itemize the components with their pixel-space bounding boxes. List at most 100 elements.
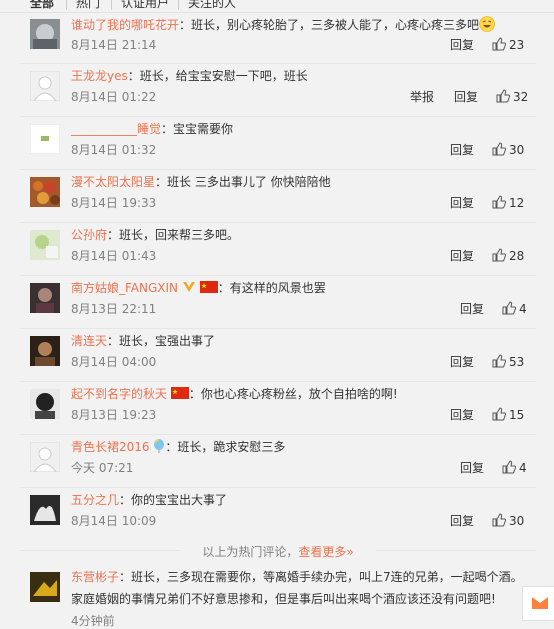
reply-link[interactable]: 回复 <box>450 141 474 159</box>
avatar[interactable] <box>30 495 60 525</box>
like-button[interactable]: 30 <box>492 512 524 530</box>
reply-link[interactable]: 回复 <box>460 459 484 477</box>
like-count: 32 <box>513 90 529 104</box>
thumbs-up-icon <box>496 89 510 103</box>
comment-time: 8月13日 22:11 <box>71 302 157 316</box>
like-button[interactable]: 4 <box>502 300 527 318</box>
tab-divider <box>111 0 112 10</box>
like-button[interactable]: 12 <box>492 194 524 212</box>
avatar[interactable] <box>30 336 60 366</box>
comment-text-continued: 家庭婚姻的事情兄弟们不好意思掺和，但是事后叫出来喝个酒应该还没有问题吧! <box>71 592 496 606</box>
comment-item: 东营彬子：班长，三多现在需要你，等离婚手续办完，叫上7连的兄弟，一起喝个酒。 <box>71 569 534 585</box>
comment-time: 8月14日 21:14 <box>71 38 157 52</box>
like-count: 30 <box>509 514 525 528</box>
avatar[interactable] <box>30 19 60 49</box>
like-button[interactable]: 15 <box>492 406 524 424</box>
username-link[interactable]: 王龙龙yes <box>71 69 128 83</box>
avatar[interactable] <box>30 572 60 602</box>
comment-text: ：班长，宝强出事了 <box>107 334 216 348</box>
like-count: 4 <box>519 302 527 316</box>
like-button[interactable]: 28 <box>492 247 524 265</box>
avatar[interactable] <box>30 177 60 207</box>
vip-badge-icon <box>182 281 196 295</box>
tab-divider <box>178 0 179 10</box>
like-button[interactable]: 23 <box>492 36 524 54</box>
china-flag-icon <box>170 387 189 401</box>
like-button[interactable]: 4 <box>502 459 527 477</box>
comment-text: ：班长，给宝宝安慰一下吧，班长 <box>127 69 308 83</box>
username-link[interactable]: 起不到名字的秋天 <box>71 387 167 401</box>
divider <box>20 550 180 551</box>
comment-item: 公孙府：班长，回来帮三多吧。 8月14日 01:43 回复 28 <box>20 223 536 276</box>
reply-link[interactable]: 回复 <box>450 194 474 212</box>
comment-text: ：班长 三多出事儿了 你快陪陪他 <box>155 175 331 189</box>
like-button[interactable]: 53 <box>492 353 524 371</box>
laugh-emoji-icon <box>479 16 495 32</box>
reply-link[interactable]: 回复 <box>450 353 474 371</box>
comment-text: ：有这样的风景也罢 <box>217 281 326 295</box>
avatar[interactable] <box>30 230 60 260</box>
balloon-badge-icon <box>153 439 165 454</box>
tab-verified[interactable]: 认证用户 <box>121 0 169 11</box>
comment-item: 起不到名字的秋天 ：你也心疼心疼粉丝，放个自拍啥的啊! 8月13日 19:23 … <box>20 382 536 435</box>
avatar[interactable] <box>30 71 60 101</box>
thumbs-up-icon <box>502 460 516 474</box>
thumbs-up-icon <box>492 407 506 421</box>
username-link[interactable]: 东营彬子 <box>71 570 119 584</box>
reply-link[interactable]: 回复 <box>450 36 474 54</box>
tab-hot[interactable]: 热门 <box>76 0 100 11</box>
comment-item: 青色长裙2016 ：班长，跪求安慰三多 今天 07:21 回复 4 <box>20 435 536 488</box>
avatar[interactable] <box>30 389 60 419</box>
comment-item: ___________睡觉：宝宝需要你 8月14日 01:32 回复 30 <box>20 117 536 170</box>
comment-item: 五分之几：你的宝宝出大事了 8月14日 10:09 回复 30 <box>20 488 536 536</box>
tab-divider <box>66 0 67 10</box>
like-count: 53 <box>509 355 525 369</box>
report-link[interactable]: 举报 <box>410 88 434 106</box>
reply-link[interactable]: 回复 <box>450 247 474 265</box>
comment-time: 8月14日 01:22 <box>71 90 157 104</box>
like-count: 23 <box>509 38 525 52</box>
username-link[interactable]: 青色长裙2016 <box>71 440 150 454</box>
divider <box>376 550 536 551</box>
like-button[interactable]: 30 <box>492 141 524 159</box>
mail-button[interactable] <box>522 586 554 621</box>
reply-link[interactable]: 回复 <box>454 88 478 106</box>
comment-item: 南方姑娘_FANGXIN ：有这样的风景也罢 8月13日 22:11 回复 4 <box>20 276 536 329</box>
reply-link[interactable]: 回复 <box>460 300 484 318</box>
like-button[interactable]: 32 <box>496 88 528 106</box>
thumbs-up-icon <box>502 301 516 315</box>
hot-comments-label: 以上为热门评论， <box>202 545 299 559</box>
comment-time: 8月14日 04:00 <box>71 355 157 369</box>
comment-text: ：宝宝需要你 <box>161 122 234 136</box>
comment-time: 8月14日 19:33 <box>71 196 157 210</box>
comment-time: 今天 07:21 <box>71 461 134 475</box>
like-count: 12 <box>509 196 525 210</box>
see-more-link[interactable]: 查看更多» <box>298 545 353 559</box>
reply-link[interactable]: 回复 <box>450 512 474 530</box>
avatar[interactable] <box>30 283 60 313</box>
like-count: 15 <box>509 408 525 422</box>
thumbs-up-icon <box>492 248 506 262</box>
reply-link[interactable]: 回复 <box>450 406 474 424</box>
username-link[interactable]: 南方姑娘_FANGXIN <box>71 281 178 295</box>
tab-all[interactable]: 全部 <box>30 0 54 11</box>
username-link[interactable]: 漫不太阳太阳星 <box>71 175 155 189</box>
thumbs-up-icon <box>492 142 506 156</box>
comment-text: ：你的宝宝出大事了 <box>119 493 228 507</box>
username-link[interactable]: 清连天 <box>71 334 107 348</box>
avatar[interactable] <box>30 124 60 154</box>
username-link[interactable]: 公孙府 <box>71 228 107 242</box>
username-link[interactable]: 谁动了我的哪吒花开 <box>71 18 179 32</box>
comment-item: 清连天：班长，宝强出事了 8月14日 04:00 回复 53 <box>20 329 536 382</box>
comment-item: 漫不太阳太阳星：班长 三多出事儿了 你快陪陪他 8月14日 19:33 回复 1… <box>20 170 536 223</box>
avatar[interactable] <box>30 442 60 472</box>
like-count: 4 <box>519 461 527 475</box>
tab-following[interactable]: 关注的人 <box>188 0 236 11</box>
china-flag-icon <box>199 281 218 295</box>
comment-text: ：班长，跪求安慰三多 <box>165 440 286 454</box>
username-link[interactable]: ___________睡觉 <box>71 122 161 136</box>
comment-time: 8月14日 01:43 <box>71 249 157 263</box>
username-link[interactable]: 五分之几 <box>71 493 119 507</box>
like-count: 28 <box>509 249 525 263</box>
comment-time: 8月14日 10:09 <box>71 514 157 528</box>
